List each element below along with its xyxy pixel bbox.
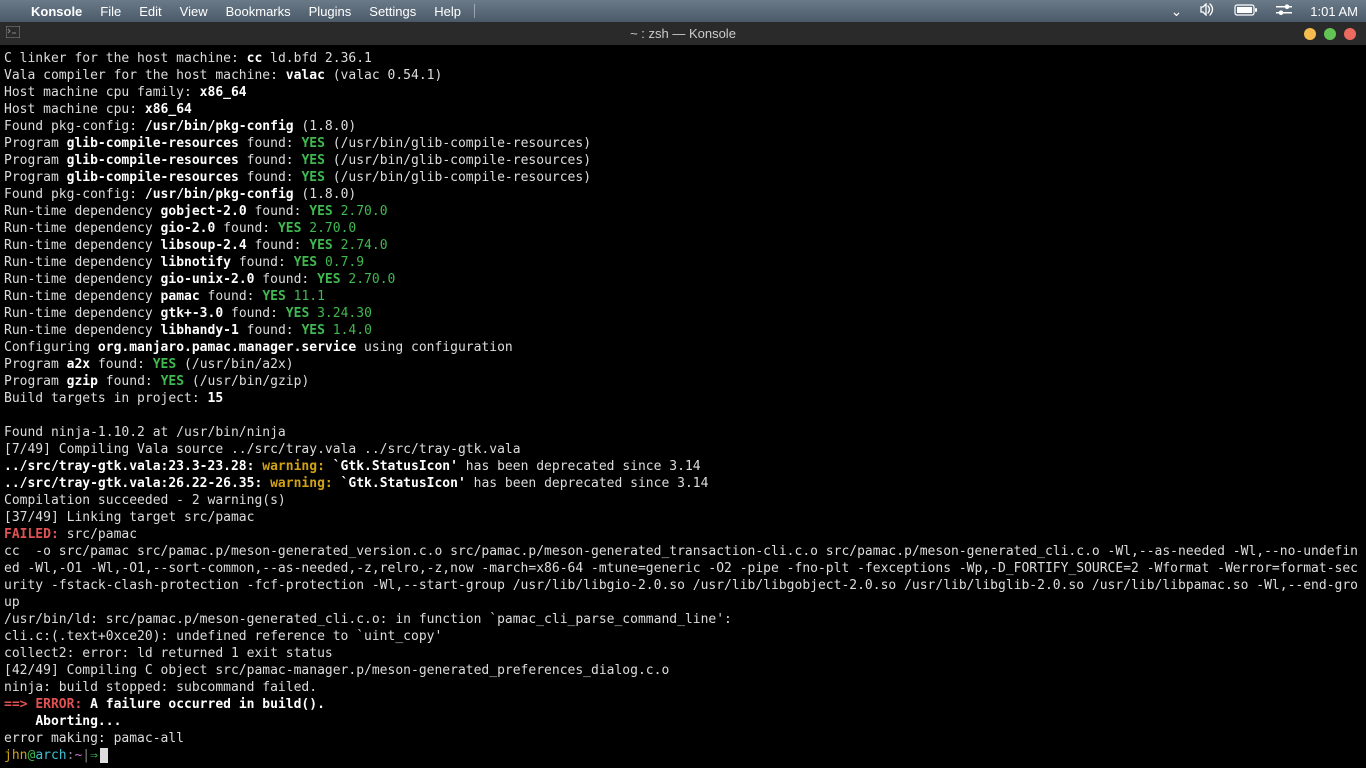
terminal-line: ==> ERROR: A failure occurred in build()… bbox=[4, 696, 1362, 713]
menu-settings[interactable]: Settings bbox=[360, 4, 425, 19]
maximize-button[interactable] bbox=[1324, 28, 1336, 40]
terminal-line: [7/49] Compiling Vala source ../src/tray… bbox=[4, 441, 1362, 458]
terminal-line: [37/49] Linking target src/pamac bbox=[4, 509, 1362, 526]
control-center-icon[interactable] bbox=[1276, 3, 1292, 19]
menu-plugins[interactable]: Plugins bbox=[300, 4, 361, 19]
terminal-line: Configuring org.manjaro.pamac.manager.se… bbox=[4, 339, 1362, 356]
terminal-line: Run-time dependency libsoup-2.4 found: Y… bbox=[4, 237, 1362, 254]
close-button[interactable] bbox=[1344, 28, 1356, 40]
battery-icon[interactable] bbox=[1234, 3, 1258, 19]
terminal-line: cli.c:(.text+0xce20): undefined referenc… bbox=[4, 628, 1362, 645]
prompt-arrow-icon: ⇒ bbox=[90, 748, 98, 763]
terminal-line: Vala compiler for the host machine: vala… bbox=[4, 67, 1362, 84]
cursor bbox=[100, 748, 108, 763]
terminal-line: Run-time dependency gio-unix-2.0 found: … bbox=[4, 271, 1362, 288]
terminal-line: Program a2x found: YES (/usr/bin/a2x) bbox=[4, 356, 1362, 373]
menu-view[interactable]: View bbox=[171, 4, 217, 19]
menu-help[interactable]: Help bbox=[425, 4, 470, 19]
menu-separator bbox=[474, 4, 475, 18]
terminal-line: Run-time dependency gobject-2.0 found: Y… bbox=[4, 203, 1362, 220]
terminal-line: Program glib-compile-resources found: YE… bbox=[4, 169, 1362, 186]
terminal-line: cc -o src/pamac src/pamac.p/meson-genera… bbox=[4, 543, 1362, 611]
terminal-line: error making: pamac-all bbox=[4, 730, 1362, 747]
prompt-line[interactable]: jhn@arch:~|⇒ bbox=[4, 747, 1362, 764]
terminal-line: Compilation succeeded - 2 warning(s) bbox=[4, 492, 1362, 509]
terminal-line: Run-time dependency pamac found: YES 11.… bbox=[4, 288, 1362, 305]
terminal-line: collect2: error: ld returned 1 exit stat… bbox=[4, 645, 1362, 662]
terminal-line: ../src/tray-gtk.vala:23.3-23.28: warning… bbox=[4, 458, 1362, 475]
menu-file[interactable]: File bbox=[91, 4, 130, 19]
volume-icon[interactable] bbox=[1200, 3, 1216, 19]
terminal-line: Found ninja-1.10.2 at /usr/bin/ninja bbox=[4, 424, 1362, 441]
minimize-button[interactable] bbox=[1304, 28, 1316, 40]
terminal-line: C linker for the host machine: cc ld.bfd… bbox=[4, 50, 1362, 67]
terminal-line: Run-time dependency gio-2.0 found: YES 2… bbox=[4, 220, 1362, 237]
prompt-user: jhn bbox=[4, 748, 27, 763]
window-tabbar: ~ : zsh — Konsole bbox=[0, 22, 1366, 46]
terminal-line: Run-time dependency libnotify found: YES… bbox=[4, 254, 1362, 271]
terminal-line: Run-time dependency gtk+-3.0 found: YES … bbox=[4, 305, 1362, 322]
terminal-line: Program glib-compile-resources found: YE… bbox=[4, 152, 1362, 169]
menu-edit[interactable]: Edit bbox=[130, 4, 170, 19]
menu-bookmarks[interactable]: Bookmarks bbox=[217, 4, 300, 19]
prompt-host: arch bbox=[35, 748, 66, 763]
terminal-line: Host machine cpu: x86_64 bbox=[4, 101, 1362, 118]
menubar-left: Konsole File Edit View Bookmarks Plugins… bbox=[8, 4, 475, 19]
terminal-line: Build targets in project: 15 bbox=[4, 390, 1362, 407]
window-title: ~ : zsh — Konsole bbox=[630, 26, 736, 41]
terminal-line: Program glib-compile-resources found: YE… bbox=[4, 135, 1362, 152]
window-controls bbox=[1304, 28, 1366, 40]
terminal-line: Found pkg-config: /usr/bin/pkg-config (1… bbox=[4, 186, 1362, 203]
terminal-line: [42/49] Compiling C object src/pamac-man… bbox=[4, 662, 1362, 679]
app-menu[interactable]: Konsole bbox=[22, 4, 91, 19]
chevron-down-icon[interactable]: ⌄ bbox=[1171, 3, 1183, 20]
terminal-line: ../src/tray-gtk.vala:26.22-26.35: warnin… bbox=[4, 475, 1362, 492]
terminal-line: Program gzip found: YES (/usr/bin/gzip) bbox=[4, 373, 1362, 390]
system-menubar: Konsole File Edit View Bookmarks Plugins… bbox=[0, 0, 1366, 22]
tabbar-left bbox=[0, 26, 20, 41]
terminal-line: Host machine cpu family: x86_64 bbox=[4, 84, 1362, 101]
terminal-line: /usr/bin/ld: src/pamac.p/meson-generated… bbox=[4, 611, 1362, 628]
terminal-line: ninja: build stopped: subcommand failed. bbox=[4, 679, 1362, 696]
clock[interactable]: 1:01 AM bbox=[1310, 4, 1358, 19]
menubar-right: ⌄ 1:01 AM bbox=[1153, 3, 1358, 20]
terminal-tab-icon[interactable] bbox=[6, 26, 20, 41]
terminal-viewport[interactable]: C linker for the host machine: cc ld.bfd… bbox=[0, 46, 1366, 768]
terminal-line: Found pkg-config: /usr/bin/pkg-config (1… bbox=[4, 118, 1362, 135]
terminal-line bbox=[4, 407, 1362, 424]
terminal-line: Run-time dependency libhandy-1 found: YE… bbox=[4, 322, 1362, 339]
terminal-line: FAILED: src/pamac bbox=[4, 526, 1362, 543]
prompt-pipe: | bbox=[82, 748, 90, 763]
terminal-line: Aborting... bbox=[4, 713, 1362, 730]
